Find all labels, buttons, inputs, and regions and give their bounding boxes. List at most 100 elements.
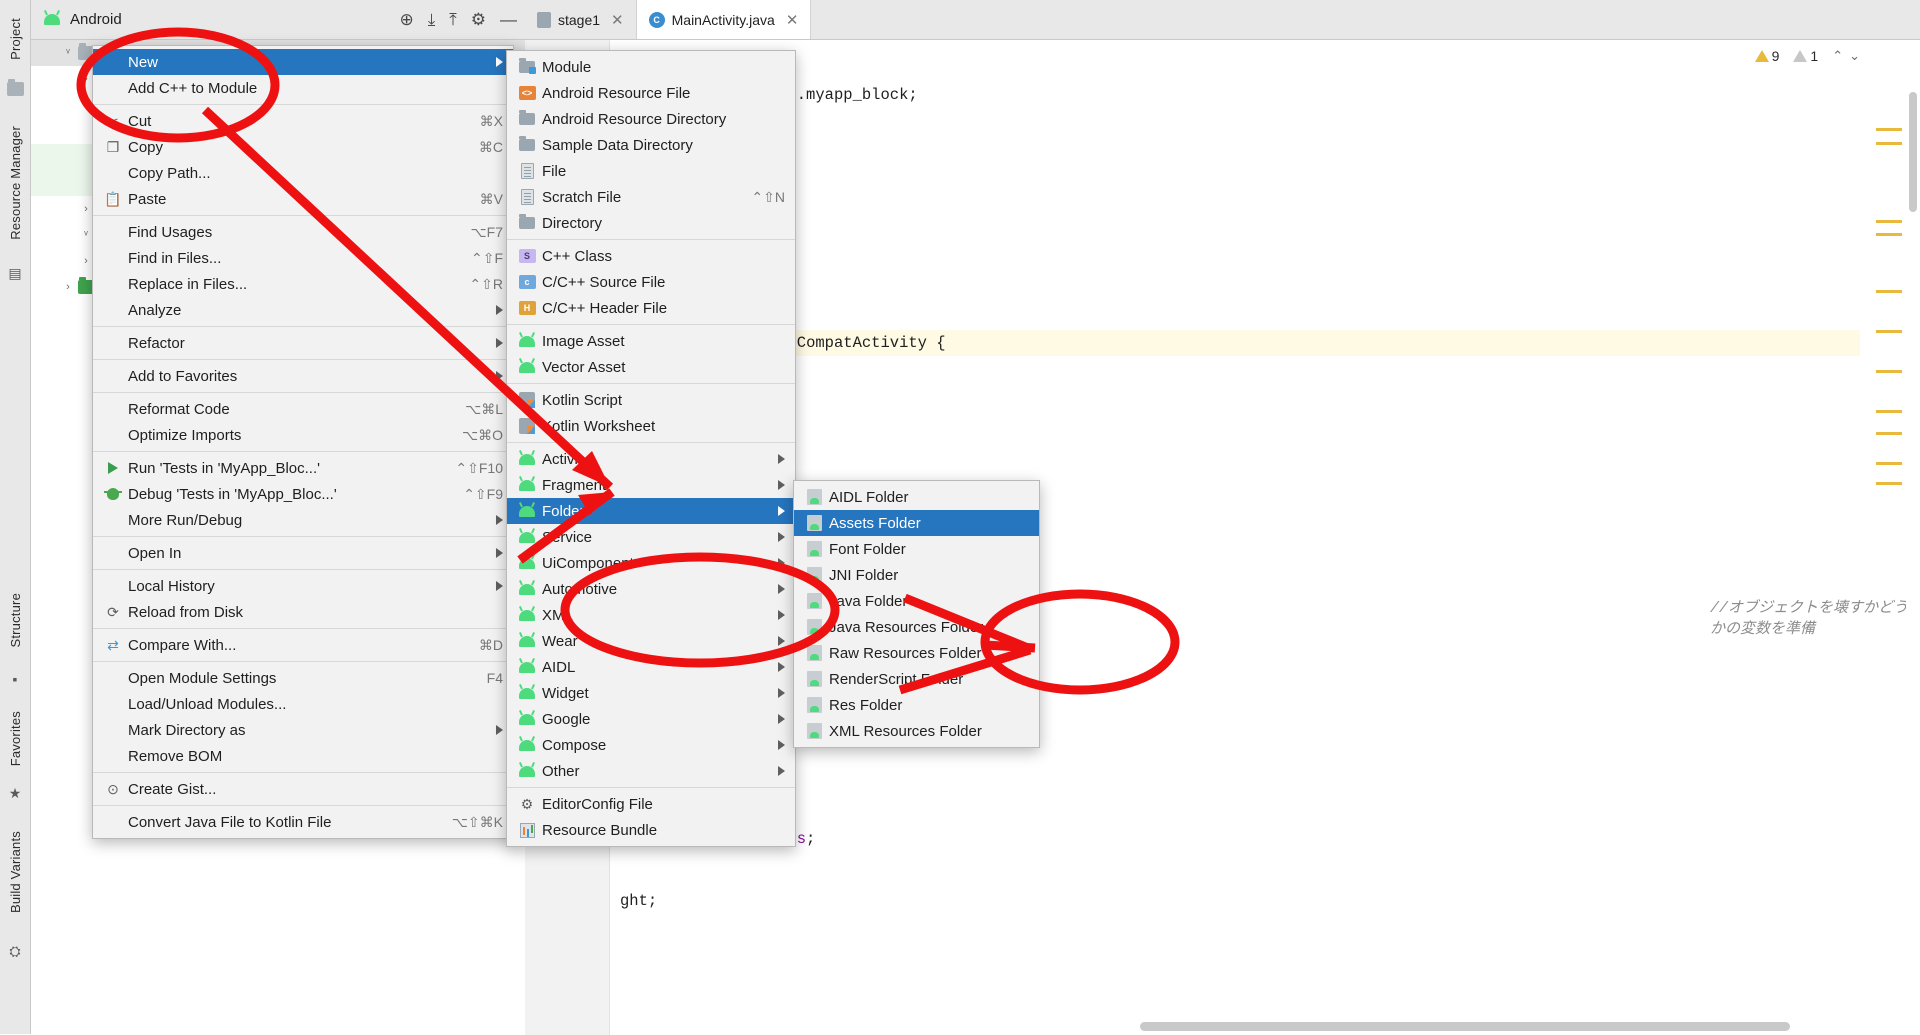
chevron-up-icon[interactable]: ⌃ xyxy=(1832,48,1843,64)
folder-android-icon xyxy=(804,697,824,713)
target-icon[interactable]: ⊕ xyxy=(399,11,413,28)
rail-item-structure[interactable]: Structure xyxy=(0,580,30,660)
menu-item-find-in-files[interactable]: Find in Files... ⌃⇧F xyxy=(93,245,513,271)
menu-item-resource-bundle[interactable]: Resource Bundle xyxy=(507,817,795,843)
warnings-badge[interactable]: 9 xyxy=(1754,48,1779,64)
editor-tab-mainactivity[interactable]: C MainActivity.java ✕ xyxy=(636,0,812,39)
rail-item-resource-manager[interactable]: Resource Manager xyxy=(0,108,30,258)
rail-item-project[interactable]: Project xyxy=(0,4,30,74)
menu-item-run-tests-in-myapp-bloc[interactable]: Run 'Tests in 'MyApp_Bloc...' ⌃⇧F10 xyxy=(93,455,513,481)
menu-item-assets-folder[interactable]: Assets Folder xyxy=(794,510,1039,536)
menu-item-c-class[interactable]: S C++ Class xyxy=(507,243,795,269)
collapse-all-icon[interactable]: ⤓ xyxy=(428,11,436,28)
chevron-right-icon[interactable]: › xyxy=(60,281,76,293)
menu-item-local-history[interactable]: Local History xyxy=(93,573,513,599)
menu-item-widget[interactable]: Widget xyxy=(507,680,795,706)
vertical-scrollbar[interactable] xyxy=(1906,82,1920,1032)
menu-item-open-module-settings[interactable]: Open Module Settings F4 xyxy=(93,665,513,691)
menu-item-font-folder[interactable]: Font Folder xyxy=(794,536,1039,562)
expand-all-icon[interactable]: ⤒ xyxy=(449,11,457,28)
menu-item-label: Directory xyxy=(542,214,603,232)
menu-item-debug-tests-in-myapp-bloc[interactable]: Debug 'Tests in 'MyApp_Bloc...' ⌃⇧F9 xyxy=(93,481,513,507)
menu-item-other[interactable]: Other xyxy=(507,758,795,784)
scrollbar-thumb[interactable] xyxy=(1140,1022,1790,1031)
menu-item-uicomponent[interactable]: UiComponent xyxy=(507,550,795,576)
menu-separator xyxy=(507,442,795,443)
menu-item-res-folder[interactable]: Res Folder xyxy=(794,692,1039,718)
menu-item-image-asset[interactable]: Image Asset xyxy=(507,328,795,354)
menu-item-java-resources-folder[interactable]: Java Resources Folder xyxy=(794,614,1039,640)
chevron-down-icon[interactable]: ⌄ xyxy=(1849,48,1860,64)
submenu-arrow-icon xyxy=(778,688,785,698)
menu-item-sample-data-directory[interactable]: Sample Data Directory xyxy=(507,132,795,158)
menu-item-remove-bom[interactable]: Remove BOM xyxy=(93,743,513,769)
rail-item-favorites[interactable]: Favorites xyxy=(0,700,30,778)
menu-item-wear[interactable]: Wear xyxy=(507,628,795,654)
close-icon[interactable]: ✕ xyxy=(786,11,799,29)
rail-item-build-variants[interactable]: Build Variants xyxy=(0,812,30,932)
menu-item-compare-with[interactable]: ⇄ Compare With... ⌘D xyxy=(93,632,513,658)
menu-item-open-in[interactable]: Open In xyxy=(93,540,513,566)
weak-warnings-badge[interactable]: 1 xyxy=(1793,48,1818,64)
menu-item-activity[interactable]: Activity xyxy=(507,446,795,472)
menu-item-editorconfig-file[interactable]: ⚙ EditorConfig File xyxy=(507,791,795,817)
menu-item-file[interactable]: File xyxy=(507,158,795,184)
new-submenu[interactable]: Module <> Android Resource File Android Res… xyxy=(506,50,796,847)
menu-item-fragment[interactable]: Fragment xyxy=(507,472,795,498)
menu-item-load-unload-modules[interactable]: Load/Unload Modules... xyxy=(93,691,513,717)
menu-item-add-to-favorites[interactable]: Add to Favorites xyxy=(93,363,513,389)
menu-item-renderscript-folder[interactable]: RenderScript Folder xyxy=(794,666,1039,692)
close-icon[interactable]: ✕ xyxy=(611,11,624,29)
scrollbar-thumb[interactable] xyxy=(1909,92,1917,212)
menu-item-folder[interactable]: Folder xyxy=(507,498,795,524)
menu-item-java-folder[interactable]: Java Folder xyxy=(794,588,1039,614)
menu-item-xml-resources-folder[interactable]: XML Resources Folder xyxy=(794,718,1039,744)
menu-item-mark-directory-as[interactable]: Mark Directory as xyxy=(93,717,513,743)
menu-item-google[interactable]: Google xyxy=(507,706,795,732)
menu-item-copy[interactable]: ❐ Copy ⌘C xyxy=(93,134,513,160)
menu-item-c-c-source-file[interactable]: c C/C++ Source File xyxy=(507,269,795,295)
menu-item-compose[interactable]: Compose xyxy=(507,732,795,758)
menu-item-module[interactable]: Module xyxy=(507,54,795,80)
chevron-down-icon[interactable]: ᵛ xyxy=(60,47,76,59)
menu-item-raw-resources-folder[interactable]: Raw Resources Folder xyxy=(794,640,1039,666)
menu-item-add-c-to-module[interactable]: Add C++ to Module xyxy=(93,75,513,101)
menu-item-android-resource-file[interactable]: <> Android Resource File xyxy=(507,80,795,106)
menu-item-find-usages[interactable]: Find Usages ⌥F7 xyxy=(93,219,513,245)
editor-tab-stage1[interactable]: stage1 ✕ xyxy=(525,0,637,39)
menu-item-directory[interactable]: Directory xyxy=(507,210,795,236)
menu-item-convert-java-file-to-kotlin-file[interactable]: Convert Java File to Kotlin File ⌥⇧⌘K xyxy=(93,809,513,835)
menu-item-copy-path[interactable]: Copy Path... xyxy=(93,160,513,186)
menu-item-jni-folder[interactable]: JNI Folder xyxy=(794,562,1039,588)
menu-item-kotlin-script[interactable]: Kotlin Script xyxy=(507,387,795,413)
settings-icon[interactable]: ⚙ xyxy=(471,11,486,28)
menu-item-more-run-debug[interactable]: More Run/Debug xyxy=(93,507,513,533)
menu-item-xml[interactable]: XML xyxy=(507,602,795,628)
menu-item-scratch-file[interactable]: Scratch File ⌃⇧N xyxy=(507,184,795,210)
inspection-widget[interactable]: 9 1 ⌃ ⌄ xyxy=(1754,48,1860,64)
menu-item-create-gist[interactable]: ⊙ Create Gist... xyxy=(93,776,513,802)
menu-item-paste[interactable]: 📋 Paste ⌘V xyxy=(93,186,513,212)
menu-item-android-resource-directory[interactable]: Android Resource Directory xyxy=(507,106,795,132)
submenu-arrow-icon xyxy=(778,610,785,620)
menu-item-aidl-folder[interactable]: AIDL Folder xyxy=(794,484,1039,510)
folder-submenu[interactable]: AIDL Folder Assets Folder Font Folder JNI F… xyxy=(793,480,1040,748)
menu-item-label: Load/Unload Modules... xyxy=(128,695,287,713)
menu-item-analyze[interactable]: Analyze xyxy=(93,297,513,323)
menu-item-service[interactable]: Service xyxy=(507,524,795,550)
horizontal-scrollbar[interactable] xyxy=(620,1022,1800,1031)
menu-item-replace-in-files[interactable]: Replace in Files... ⌃⇧R xyxy=(93,271,513,297)
menu-item-refactor[interactable]: Refactor xyxy=(93,330,513,356)
menu-item-cut[interactable]: ✂ Cut ⌘X xyxy=(93,108,513,134)
context-menu[interactable]: New Add C++ to Module ✂ Cut ⌘X ❐ Copy ⌘C Copy Pa… xyxy=(92,45,514,839)
menu-item-reload-from-disk[interactable]: ⟳ Reload from Disk xyxy=(93,599,513,625)
menu-item-c-c-header-file[interactable]: H C/C++ Header File xyxy=(507,295,795,321)
menu-item-reformat-code[interactable]: Reformat Code ⌥⌘L xyxy=(93,396,513,422)
menu-item-optimize-imports[interactable]: Optimize Imports ⌥⌘O xyxy=(93,422,513,448)
menu-item-kotlin-worksheet[interactable]: Kotlin Worksheet xyxy=(507,413,795,439)
menu-item-new[interactable]: New xyxy=(93,49,513,75)
menu-item-vector-asset[interactable]: Vector Asset xyxy=(507,354,795,380)
menu-item-aidl[interactable]: AIDL xyxy=(507,654,795,680)
minimize-icon[interactable]: — xyxy=(500,11,517,28)
menu-item-automotive[interactable]: Automotive xyxy=(507,576,795,602)
